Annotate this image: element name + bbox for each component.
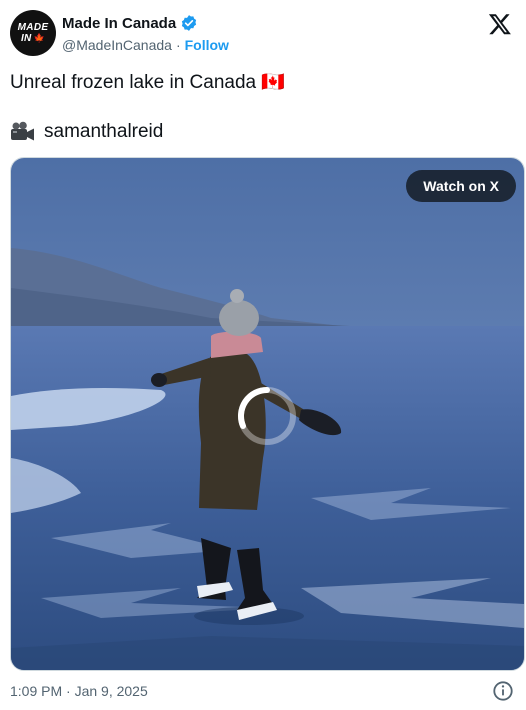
avatar-text-made: MADE xyxy=(17,22,49,33)
author-handle[interactable]: @MadeInCanada xyxy=(62,37,172,53)
credit-username: samanthalreid xyxy=(44,121,164,142)
tweet-header: MADE IN 🍁 Made In Canada @MadeInCanada ·… xyxy=(10,10,516,60)
x-logo-icon[interactable] xyxy=(488,12,512,36)
info-icon[interactable] xyxy=(492,680,514,702)
follow-button[interactable]: Follow xyxy=(185,37,229,53)
maple-leaf-icon: 🍁 xyxy=(33,33,46,43)
verified-badge-icon xyxy=(182,15,197,31)
avatar-line2: IN 🍁 xyxy=(21,33,45,44)
tweet-timestamp[interactable]: 1:09 PM · Jan 9, 2025 xyxy=(10,683,148,699)
tweet-footer: 1:09 PM · Jan 9, 2025 xyxy=(10,680,516,702)
video-camera-icon xyxy=(11,121,34,141)
author-name-row: Made In Canada xyxy=(62,14,198,32)
handle-separator: · xyxy=(175,37,181,53)
video-credit: samanthalreid xyxy=(10,119,163,145)
tweet-text: Unreal frozen lake in Canada 🇨🇦 xyxy=(10,72,286,93)
video-player[interactable]: Watch on X xyxy=(10,157,525,671)
author-handle-row: @MadeInCanada · Follow xyxy=(62,37,229,53)
avatar[interactable]: MADE IN 🍁 xyxy=(10,10,56,56)
avatar-text-in: IN xyxy=(20,33,32,44)
watch-on-x-button[interactable]: Watch on X xyxy=(406,170,516,202)
loading-spinner-icon xyxy=(238,387,296,445)
author-display-name[interactable]: Made In Canada xyxy=(62,15,176,32)
